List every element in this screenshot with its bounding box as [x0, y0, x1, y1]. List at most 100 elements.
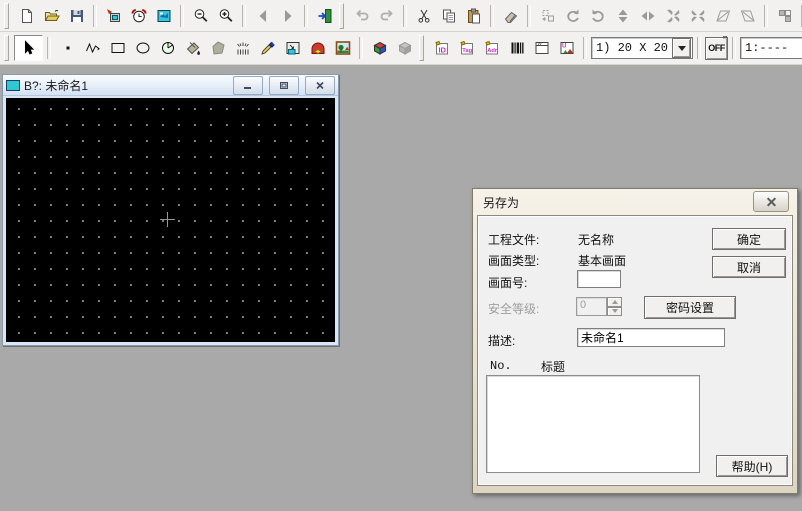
image-part-icon[interactable]: [330, 36, 355, 60]
screen-number-input[interactable]: [577, 270, 621, 288]
ellipse-icon[interactable]: [130, 36, 155, 60]
pointer-icon[interactable]: [14, 35, 43, 61]
enlarge-icon[interactable]: [685, 4, 710, 28]
toolbar-gripper[interactable]: [4, 35, 9, 61]
close-dialog-icon[interactable]: [753, 191, 789, 212]
barcode-part-icon[interactable]: [504, 36, 529, 60]
rotate-right-icon[interactable]: [585, 4, 610, 28]
toolbar-standard: [0, 0, 802, 32]
shrink-icon[interactable]: [660, 4, 685, 28]
ok-button[interactable]: 确定: [712, 228, 786, 250]
minimize-button[interactable]: [233, 76, 263, 95]
state-select-value: 1:----: [741, 41, 802, 55]
toolbar-gripper[interactable]: [4, 3, 9, 29]
rotate-left-icon[interactable]: [560, 4, 585, 28]
close-window-icon[interactable]: [305, 76, 335, 95]
password-settings-button[interactable]: 密码设置: [644, 296, 736, 319]
dialog-title: 另存为: [477, 194, 519, 211]
toolbar-separator: [304, 5, 308, 27]
toolbar-separator: [47, 37, 51, 59]
project-file-label: 工程文件:: [488, 231, 539, 248]
arch-part-icon[interactable]: [305, 36, 330, 60]
flip-horizontal-icon[interactable]: [635, 4, 660, 28]
adr-part-icon[interactable]: Adr: [479, 36, 504, 60]
toolbar-separator: [403, 5, 407, 27]
cut-icon[interactable]: [411, 4, 436, 28]
dialog-titlebar[interactable]: 另存为: [477, 189, 793, 215]
description-label: 描述:: [488, 332, 515, 349]
grid-size-select[interactable]: 1) 20 X 20: [591, 37, 693, 59]
grid-size-value: 1) 20 X 20: [592, 41, 672, 55]
flip-vertical-icon[interactable]: [610, 4, 635, 28]
restore-button[interactable]: [269, 76, 299, 95]
fill-bucket-icon[interactable]: [180, 36, 205, 60]
toolbar-separator: [93, 5, 97, 27]
toolbar-gripper[interactable]: [339, 3, 344, 29]
svg-text:U: U: [562, 44, 566, 50]
dot-tool-icon[interactable]: [55, 36, 80, 60]
group-objects-icon[interactable]: [772, 4, 797, 28]
save-icon[interactable]: [64, 4, 89, 28]
redo-icon[interactable]: [374, 4, 399, 28]
download-screen-icon[interactable]: [101, 4, 126, 28]
child-window-title: B?: 未命名1: [24, 77, 227, 94]
dialog-body: 工程文件: 无名称 画面类型: 基本画面 画面号: 安全等级: 0 密码设置 描…: [477, 215, 793, 486]
prev-screen-icon[interactable]: [250, 4, 275, 28]
stepper-down-icon[interactable]: [607, 307, 622, 317]
alarm-clock-icon[interactable]: [126, 4, 151, 28]
zoom-in-icon[interactable]: [213, 4, 238, 28]
svg-text:Tag: Tag: [462, 48, 472, 54]
screen-list[interactable]: [486, 375, 700, 473]
toolbar-gripper[interactable]: [419, 35, 424, 61]
stepper-up-icon[interactable]: [607, 297, 622, 307]
drawing-canvas[interactable]: [6, 98, 335, 342]
undo-icon[interactable]: [349, 4, 374, 28]
box-3d-icon[interactable]: [367, 36, 392, 60]
description-input[interactable]: [577, 328, 725, 347]
tag-part-icon[interactable]: Tag: [454, 36, 479, 60]
eraser-icon[interactable]: [498, 4, 523, 28]
cancel-button[interactable]: 取消: [712, 256, 786, 278]
list-header-title: 标题: [541, 358, 565, 375]
state-select[interactable]: 1:----: [740, 37, 802, 59]
rectangle-icon[interactable]: [105, 36, 130, 60]
toolbar-separator: [242, 5, 246, 27]
zoom-out-icon[interactable]: [188, 4, 213, 28]
canvas-center-marker: [160, 212, 175, 227]
toolbar-drawing: ID Tag Adr W U 1) 20 X 20 OFF 1:----: [0, 32, 802, 65]
screen-type-label: 画面类型:: [488, 252, 539, 269]
spray-icon[interactable]: [230, 36, 255, 60]
new-file-icon[interactable]: [14, 4, 39, 28]
project-file-value: 无名称: [578, 231, 614, 248]
image-transfer-icon[interactable]: [151, 4, 176, 28]
skew-left-icon[interactable]: [710, 4, 735, 28]
exit-app-icon[interactable]: [312, 4, 337, 28]
marker-pen-icon[interactable]: [255, 36, 280, 60]
on-off-preview-toggle[interactable]: OFF: [705, 37, 728, 60]
open-folder-icon[interactable]: [39, 4, 64, 28]
snap-move-icon[interactable]: [535, 4, 560, 28]
id-part-icon[interactable]: ID: [429, 36, 454, 60]
skew-right-icon[interactable]: [735, 4, 760, 28]
screen-frame-icon[interactable]: [280, 36, 305, 60]
toolbar-separator: [583, 37, 587, 59]
help-button[interactable]: 帮助(H): [716, 455, 788, 477]
security-level-label: 安全等级:: [488, 300, 539, 317]
pie-icon[interactable]: [155, 36, 180, 60]
polygon-icon[interactable]: [205, 36, 230, 60]
paste-icon[interactable]: [461, 4, 486, 28]
copy-icon[interactable]: [436, 4, 461, 28]
child-window-titlebar[interactable]: B?: 未命名1: [3, 75, 338, 96]
screen-editor-window: B?: 未命名1: [2, 74, 339, 346]
save-as-dialog: 另存为 工程文件: 无名称 画面类型: 基本画面 画面号: 安全等级: 0 密码…: [472, 188, 798, 494]
security-level-value: 0: [576, 297, 607, 316]
polyline-icon[interactable]: [80, 36, 105, 60]
window-u-part-icon[interactable]: U: [554, 36, 579, 60]
next-screen-icon[interactable]: [275, 4, 300, 28]
box-3d-gray-icon[interactable]: [392, 36, 417, 60]
toolbar-separator: [359, 37, 363, 59]
screen-document-icon: [6, 80, 20, 91]
window-w-part-icon[interactable]: W: [529, 36, 554, 60]
chevron-down-icon[interactable]: [672, 38, 691, 58]
security-level-stepper: 0: [576, 297, 622, 316]
